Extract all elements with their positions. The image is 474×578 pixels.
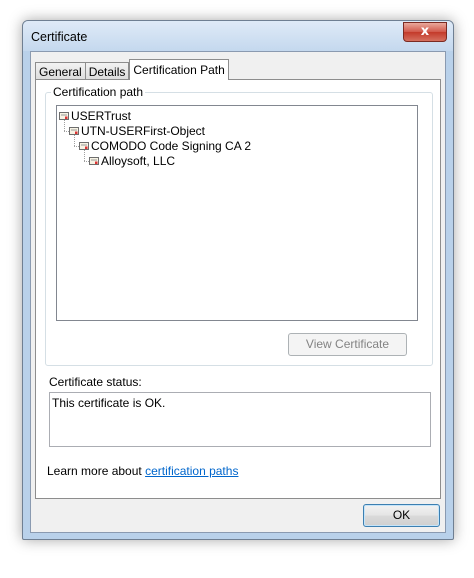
certification-path-label: Certification path <box>51 85 146 99</box>
view-certificate-button[interactable]: View Certificate <box>288 333 407 356</box>
certificate-icon <box>59 111 69 120</box>
tree-item-label: USERTrust <box>71 108 132 123</box>
tab-general[interactable]: General <box>35 62 86 80</box>
certification-path-page: Certification path USERTrust UTN-USERFir… <box>35 79 441 499</box>
learn-more-text: Learn more about certification paths <box>47 464 238 478</box>
certification-path-tree[interactable]: USERTrust UTN-USERFirst-Object COMODO Co… <box>56 105 418 321</box>
tree-item-label: Alloysoft, LLC <box>101 153 176 168</box>
tab-certification-path[interactable]: Certification Path <box>129 59 229 80</box>
tab-strip: General Details Certification Path <box>35 59 229 80</box>
tree-item-label: UTN-USERFirst-Object <box>81 123 206 138</box>
tree-item-alloysoft-llc[interactable]: Alloysoft, LLC <box>89 153 175 168</box>
window-title: Certificate <box>31 30 88 44</box>
learn-more-prefix: Learn more about <box>47 464 146 478</box>
tree-item-usertrust[interactable]: USERTrust <box>59 108 131 123</box>
certification-paths-link[interactable]: certification paths <box>145 464 238 478</box>
tree-item-comodo-code-signing-ca-2[interactable]: COMODO Code Signing CA 2 <box>79 138 251 153</box>
close-button[interactable]: x <box>403 22 447 42</box>
ok-button[interactable]: OK <box>363 504 440 527</box>
certification-path-group: Certification path USERTrust UTN-USERFir… <box>45 85 433 366</box>
certificate-status-box[interactable]: This certificate is OK. <box>49 392 431 447</box>
tree-item-label: COMODO Code Signing CA 2 <box>91 138 252 153</box>
certificate-icon <box>69 126 79 135</box>
dialog-client-area: General Details Certification Path Certi… <box>30 51 446 533</box>
certificate-dialog: Certificate x General Details Certificat… <box>22 20 454 540</box>
certificate-icon <box>89 156 99 165</box>
certificate-status-text: This certificate is OK. <box>52 396 166 410</box>
certificate-icon <box>79 141 89 150</box>
tab-details[interactable]: Details <box>84 62 130 80</box>
certificate-status-label: Certificate status: <box>49 375 142 389</box>
close-icon: x <box>420 24 430 39</box>
title-bar[interactable]: Certificate x <box>23 21 453 51</box>
tree-item-utn-userfirst-object[interactable]: UTN-USERFirst-Object <box>69 123 205 138</box>
